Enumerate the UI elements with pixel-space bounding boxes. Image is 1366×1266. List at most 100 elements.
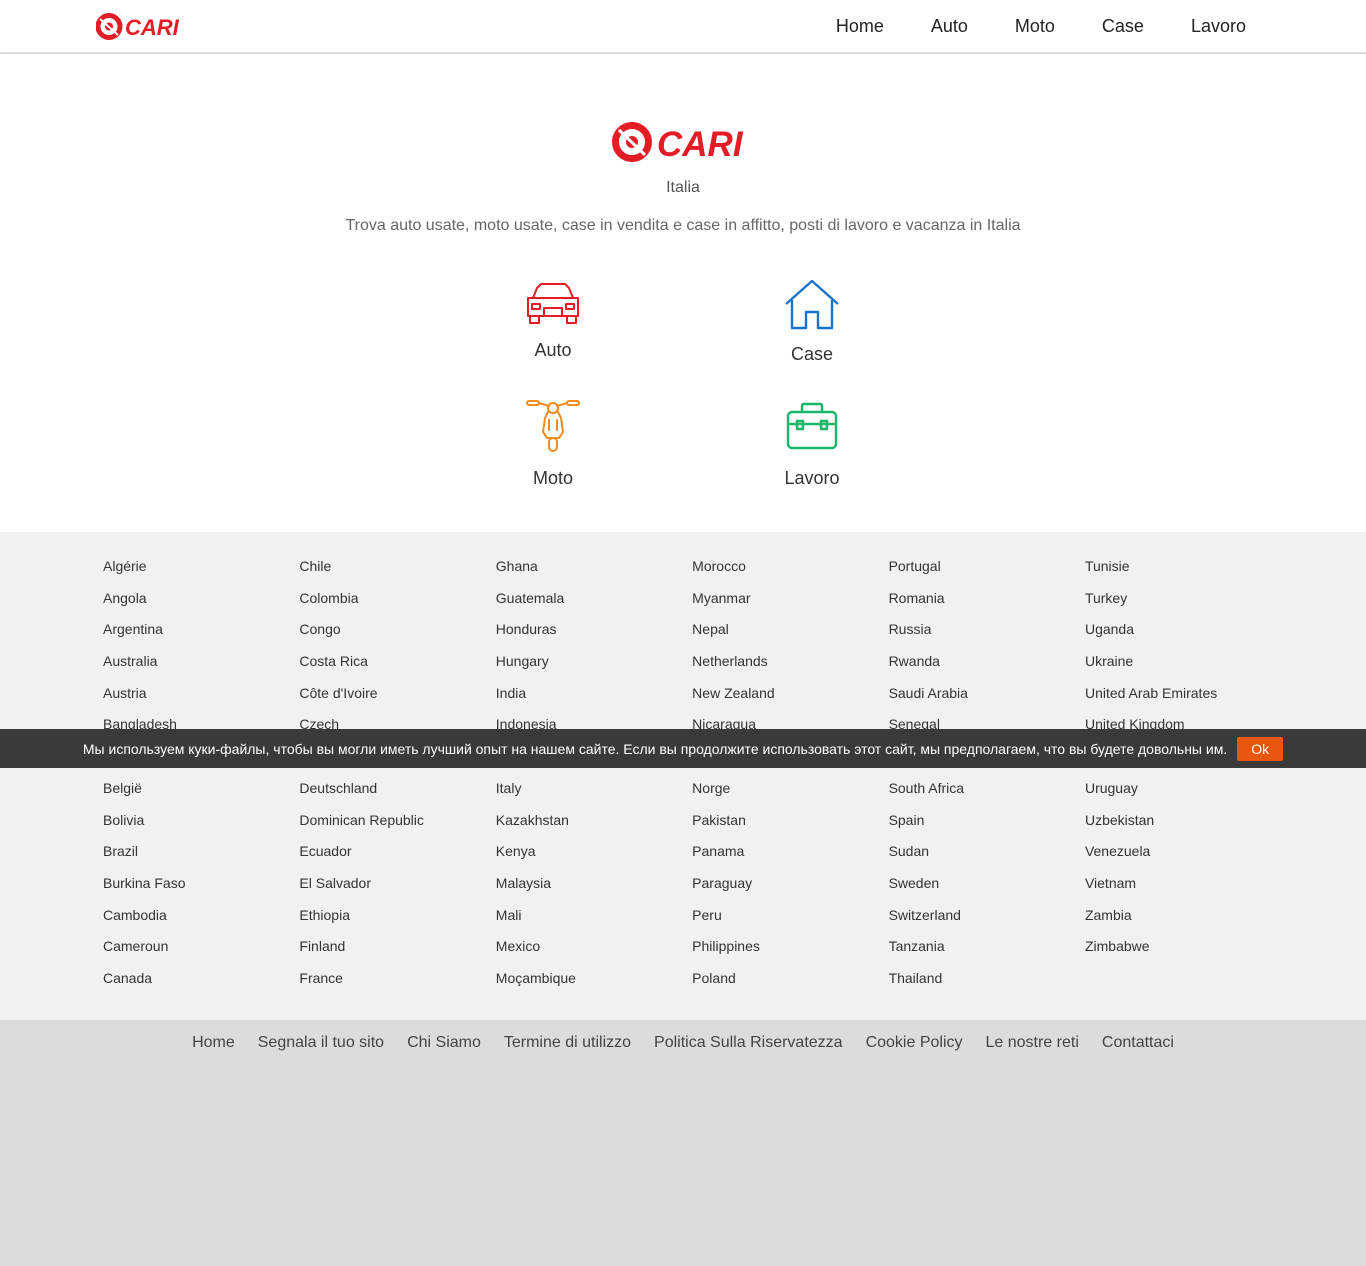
country-link[interactable]: Uruguay	[1085, 776, 1281, 808]
country-link[interactable]: Ethiopia	[299, 903, 495, 935]
country-link[interactable]: Turkey	[1085, 586, 1281, 618]
country-link[interactable]: Morocco	[692, 554, 888, 586]
country-link[interactable]: Vietnam	[1085, 871, 1281, 903]
category-auto[interactable]: Auto	[473, 280, 633, 361]
country-link[interactable]: Poland	[692, 966, 888, 998]
country-link[interactable]: Tanzania	[889, 934, 1085, 966]
country-link[interactable]: Guatemala	[496, 586, 692, 618]
country-link[interactable]: Cameroun	[103, 934, 299, 966]
country-link[interactable]: Uzbekistan	[1085, 808, 1281, 840]
country-link[interactable]: Netherlands	[692, 649, 888, 681]
country-link[interactable]: Switzerland	[889, 903, 1085, 935]
country-link[interactable]: Cambodia	[103, 903, 299, 935]
country-link[interactable]: Hungary	[496, 649, 692, 681]
country-link[interactable]: New Zealand	[692, 681, 888, 713]
footer-link-reti[interactable]: Le nostre reti	[986, 1034, 1079, 1052]
country-link[interactable]: Nepal	[692, 617, 888, 649]
country-link[interactable]: Kazakhstan	[496, 808, 692, 840]
site-tagline: Trova auto usate, moto usate, case in ve…	[345, 217, 1021, 234]
country-link[interactable]: Spain	[889, 808, 1085, 840]
nav-moto[interactable]: Moto	[1015, 16, 1055, 37]
footer-link-segnala[interactable]: Segnala il tuo sito	[258, 1034, 384, 1052]
country-link[interactable]: Ghana	[496, 554, 692, 586]
category-case[interactable]: Case	[732, 280, 892, 365]
top-navbar: CARI Home Auto Moto Case Lavoro	[0, 0, 1366, 53]
country-link[interactable]: Peru	[692, 903, 888, 935]
footer-link-chi-siamo[interactable]: Chi Siamo	[407, 1034, 481, 1052]
nav-lavoro[interactable]: Lavoro	[1191, 16, 1246, 37]
country-link[interactable]: Panama	[692, 839, 888, 871]
country-link[interactable]: Bolivia	[103, 808, 299, 840]
country-link[interactable]: Honduras	[496, 617, 692, 649]
footer-link-privacy[interactable]: Politica Sulla Riservatezza	[654, 1034, 843, 1052]
country-link[interactable]: Malaysia	[496, 871, 692, 903]
country-link[interactable]: Brazil	[103, 839, 299, 871]
cari-logo-icon: CARI	[612, 122, 744, 164]
country-link[interactable]: Finland	[299, 934, 495, 966]
country-link[interactable]: Austria	[103, 681, 299, 713]
region-name: Italia	[666, 179, 700, 196]
hero-section: CARI Italia Trova auto usate, moto usate…	[0, 54, 1366, 532]
country-link[interactable]: Angola	[103, 586, 299, 618]
category-lavoro[interactable]: Lavoro	[732, 398, 892, 489]
country-link[interactable]: United Arab Emirates	[1085, 681, 1281, 713]
country-link[interactable]: El Salvador	[299, 871, 495, 903]
country-link[interactable]: Venezuela	[1085, 839, 1281, 871]
country-link[interactable]: Tunisie	[1085, 554, 1281, 586]
country-link[interactable]: Philippines	[692, 934, 888, 966]
footer-link-termini[interactable]: Termine di utilizzo	[504, 1034, 631, 1052]
nav-home[interactable]: Home	[836, 16, 884, 37]
country-link[interactable]: Costa Rica	[299, 649, 495, 681]
site-logo[interactable]: CARI	[96, 13, 186, 40]
country-link[interactable]: Paraguay	[692, 871, 888, 903]
country-link[interactable]: Congo	[299, 617, 495, 649]
briefcase-icon	[786, 402, 838, 450]
country-link[interactable]: Sudan	[889, 839, 1085, 871]
country-link[interactable]: België	[103, 776, 299, 808]
category-label: Auto	[534, 340, 572, 360]
country-link[interactable]: Moçambique	[496, 966, 692, 998]
country-link[interactable]: Chile	[299, 554, 495, 586]
country-link[interactable]: Kenya	[496, 839, 692, 871]
country-link[interactable]: Côte d'Ivoire	[299, 681, 495, 713]
country-link[interactable]: Ukraine	[1085, 649, 1281, 681]
country-link[interactable]: Russia	[889, 617, 1085, 649]
country-link[interactable]: Zambia	[1085, 903, 1281, 935]
country-link[interactable]: Canada	[103, 966, 299, 998]
country-link[interactable]: Saudi Arabia	[889, 681, 1085, 713]
country-link[interactable]: Romania	[889, 586, 1085, 618]
country-link[interactable]: France	[299, 966, 495, 998]
country-link[interactable]: Portugal	[889, 554, 1085, 586]
country-link[interactable]: Rwanda	[889, 649, 1085, 681]
country-link[interactable]: Dominican Republic	[299, 808, 495, 840]
country-link[interactable]: India	[496, 681, 692, 713]
category-label: Moto	[532, 468, 574, 488]
country-link[interactable]: Italy	[496, 776, 692, 808]
country-link[interactable]: Ecuador	[299, 839, 495, 871]
country-link[interactable]: Colombia	[299, 586, 495, 618]
country-link[interactable]: Algérie	[103, 554, 299, 586]
country-link[interactable]: Pakistan	[692, 808, 888, 840]
cookie-message: Мы используем куки-файлы, чтобы вы могли…	[82, 740, 1228, 757]
footer-link-contattaci[interactable]: Contattaci	[1102, 1034, 1174, 1052]
country-link[interactable]: Argentina	[103, 617, 299, 649]
footer-link-home[interactable]: Home	[192, 1034, 235, 1052]
country-link[interactable]: Burkina Faso	[103, 871, 299, 903]
country-link[interactable]: Thailand	[889, 966, 1085, 998]
category-moto[interactable]: Moto	[473, 398, 633, 489]
cookie-ok-button[interactable]: Ok	[1237, 736, 1284, 761]
nav-auto[interactable]: Auto	[931, 16, 968, 37]
country-link[interactable]: Zimbabwe	[1085, 934, 1281, 966]
country-link[interactable]: Australia	[103, 649, 299, 681]
country-link[interactable]: South Africa	[889, 776, 1085, 808]
country-link[interactable]: Uganda	[1085, 617, 1281, 649]
country-link[interactable]: Sweden	[889, 871, 1085, 903]
country-link[interactable]: Myanmar	[692, 586, 888, 618]
country-link[interactable]: Mexico	[496, 934, 692, 966]
country-link[interactable]: Mali	[496, 903, 692, 935]
footer-link-cookie-policy[interactable]: Cookie Policy	[866, 1034, 963, 1052]
country-link[interactable]: Norge	[692, 776, 888, 808]
country-link[interactable]: Deutschland	[299, 776, 495, 808]
cookie-banner: Мы используем куки-файлы, чтобы вы могли…	[0, 729, 1366, 768]
nav-case[interactable]: Case	[1102, 16, 1144, 37]
